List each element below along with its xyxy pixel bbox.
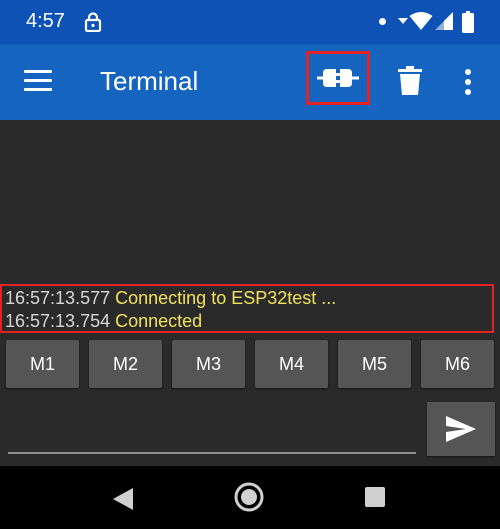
- battery-icon: [462, 11, 474, 33]
- status-time: 4:57: [26, 10, 65, 32]
- macro-button-m3[interactable]: M3: [172, 340, 245, 388]
- menu-icon[interactable]: [24, 70, 52, 94]
- signal-icon: [435, 12, 453, 30]
- log-message: Connected: [115, 311, 203, 331]
- back-icon[interactable]: [112, 487, 134, 511]
- recents-icon[interactable]: [364, 486, 386, 508]
- log-timestamp: 16:57:13.577: [5, 288, 111, 308]
- macro-button-row: M1 M2 M3 M4 M5 M6: [0, 338, 500, 390]
- trash-icon[interactable]: [397, 66, 423, 96]
- macro-button-m6[interactable]: M6: [421, 340, 494, 388]
- input-underline: [8, 452, 416, 454]
- macro-button-m4[interactable]: M4: [255, 340, 328, 388]
- macro-button-m5[interactable]: M5: [338, 340, 411, 388]
- connect-plug-icon: [317, 69, 359, 87]
- log-line: 16:57:13.754 Connected: [5, 311, 202, 332]
- send-text-input[interactable]: [8, 406, 420, 452]
- send-button[interactable]: [427, 402, 495, 456]
- status-bar: 4:57: [0, 0, 500, 44]
- log-message: Connecting to ESP32test ...: [115, 288, 337, 308]
- log-timestamp: 16:57:13.754: [5, 311, 111, 331]
- connect-button[interactable]: [306, 51, 370, 105]
- notification-dot-icon: [379, 18, 386, 25]
- data-arrows-icon: [398, 18, 408, 24]
- app-bar: Terminal: [0, 44, 500, 120]
- wifi-icon: [409, 12, 433, 30]
- more-vert-icon[interactable]: [458, 67, 478, 97]
- home-icon[interactable]: [233, 481, 265, 513]
- page-title: Terminal: [100, 66, 199, 96]
- lock-icon: [84, 12, 102, 32]
- macro-button-m2[interactable]: M2: [89, 340, 162, 388]
- send-icon: [446, 416, 476, 442]
- system-nav-bar: [0, 466, 500, 529]
- log-line: 16:57:13.577 Connecting to ESP32test ...: [5, 288, 336, 309]
- log-highlight: 16:57:13.577 Connecting to ESP32test ...…: [0, 284, 494, 333]
- macro-button-m1[interactable]: M1: [6, 340, 79, 388]
